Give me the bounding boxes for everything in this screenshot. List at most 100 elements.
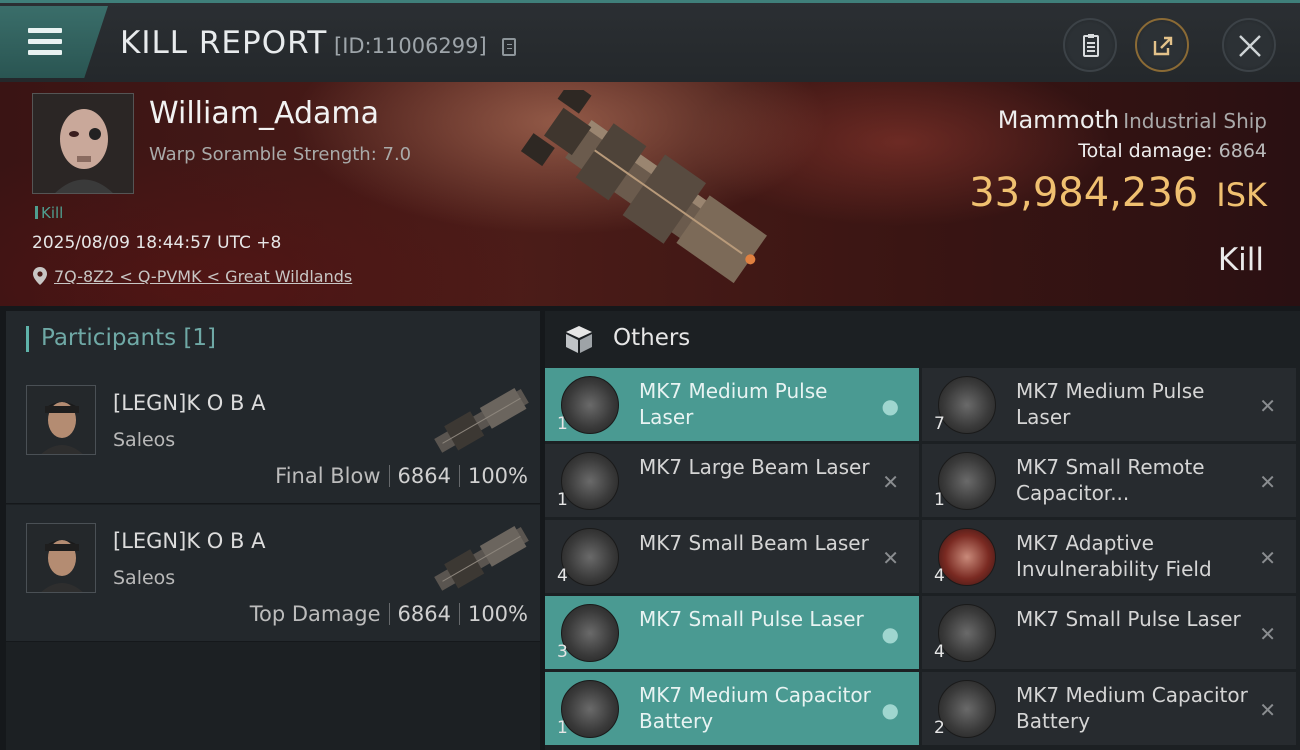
item-tile[interactable]: 1 MK7 Small Remote Capacitor... ✕ — [922, 444, 1296, 517]
item-quantity: 7 — [934, 414, 945, 434]
module-icon — [938, 528, 996, 586]
kill-result: Kill — [1217, 242, 1264, 278]
item-name: MK7 Small Pulse Laser — [1016, 607, 1241, 631]
participant-ship: Saleos — [113, 567, 176, 589]
participant-row[interactable]: [LEGN]K O B A Saleos Top Damage 6864 100% — [6, 505, 540, 642]
item-name: MK7 Adaptive Invulnerability Field — [1016, 531, 1212, 581]
participant-ship: Saleos — [113, 429, 176, 451]
destroyed-x-icon: ✕ — [882, 470, 899, 494]
ship-type-name: Mammoth — [997, 106, 1120, 134]
item-quantity: 2 — [934, 718, 945, 738]
item-quantity: 1 — [557, 414, 568, 434]
total-damage-label: Total damage: — [1078, 140, 1213, 162]
total-damage-value: 6864 — [1218, 140, 1267, 162]
destroyed-x-icon: ✕ — [1259, 470, 1276, 494]
item-tile[interactable]: 2 MK7 Medium Capacitor Battery ✕ — [922, 672, 1296, 745]
item-name: MK7 Medium Capacitor Battery — [639, 683, 871, 733]
isk-value: 33,984,236 ISK — [969, 170, 1267, 216]
participant-row[interactable]: [LEGN]K O B A Saleos Final Blow 6864 100% — [6, 367, 540, 504]
item-tile[interactable]: 1 MK7 Medium Pulse Laser ● — [545, 368, 919, 441]
top-bar: KILL REPORT [ID:11006299] — [0, 0, 1300, 82]
participant-role: Final Blow — [275, 464, 381, 488]
page-title: KILL REPORT — [120, 25, 328, 61]
ship-render — [520, 90, 767, 284]
item-name: MK7 Small Remote Capacitor... — [1016, 455, 1205, 505]
item-quantity: 3 — [557, 642, 568, 662]
module-icon — [561, 376, 619, 434]
item-tile[interactable]: 7 MK7 Medium Pulse Laser ✕ — [922, 368, 1296, 441]
cargo-box-icon — [566, 326, 592, 353]
participant-stats: Top Damage 6864 100% — [250, 602, 528, 626]
victim-portrait[interactable] — [32, 93, 134, 194]
report-id: [ID:11006299] — [334, 34, 487, 58]
item-name: MK7 Small Pulse Laser — [639, 607, 864, 631]
destroyed-x-icon: ✕ — [882, 546, 899, 570]
destroyed-x-icon: ✕ — [1259, 546, 1276, 570]
item-tile[interactable]: 1 MK7 Medium Capacitor Battery ● — [545, 672, 919, 745]
module-icon — [938, 452, 996, 510]
total-damage: Total damage: 6864 — [1078, 140, 1267, 162]
isk-amount: 33,984,236 — [969, 170, 1199, 216]
warp-scramble-strength: Warp Soramble Strength: 7.0 — [149, 144, 412, 165]
victim-name[interactable]: William_Adama — [149, 96, 379, 131]
item-quantity: 4 — [557, 566, 568, 586]
participant-name[interactable]: [LEGN]K O B A — [113, 391, 265, 415]
item-name: MK7 Medium Pulse Laser — [639, 379, 828, 429]
close-button[interactable] — [1222, 18, 1276, 72]
close-icon — [1239, 35, 1261, 57]
location-link[interactable]: 7Q-8Z2 < Q-PVMK < Great Wildlands — [54, 267, 352, 286]
module-icon — [938, 376, 996, 434]
share-button[interactable] — [1135, 18, 1189, 72]
module-icon — [938, 604, 996, 662]
item-tile[interactable]: 4 MK7 Small Beam Laser ✕ — [545, 520, 919, 593]
ship-name: Mammoth Industrial Ship — [998, 106, 1267, 134]
ship-class: Industrial Ship — [1123, 109, 1267, 133]
participant-stats: Final Blow 6864 100% — [275, 464, 528, 488]
kill-summary-banner: William_Adama Warp Soramble Strength: 7.… — [0, 82, 1300, 306]
participant-name[interactable]: [LEGN]K O B A — [113, 529, 265, 553]
dropped-person-icon: ● — [881, 622, 899, 646]
module-icon — [561, 452, 619, 510]
item-quantity: 4 — [934, 566, 945, 586]
notes-button[interactable] — [1063, 18, 1117, 72]
module-icon — [561, 604, 619, 662]
item-tile[interactable]: 4 MK7 Small Pulse Laser ✕ — [922, 596, 1296, 669]
participant-avatar[interactable] — [26, 385, 96, 455]
participant-role: Top Damage — [249, 602, 381, 626]
menu-button[interactable] — [0, 6, 108, 78]
kill-timestamp: 2025/08/09 18:44:57 UTC +8 — [32, 233, 282, 253]
dropped-person-icon: ● — [881, 698, 899, 722]
item-tile[interactable]: 4 MK7 Adaptive Invulnerability Field ✕ — [922, 520, 1296, 593]
item-name: MK7 Large Beam Laser — [639, 455, 870, 479]
participant-ship-icon — [434, 525, 529, 591]
participant-avatar[interactable] — [26, 523, 96, 593]
item-tile[interactable]: 3 MK7 Small Pulse Laser ● — [545, 596, 919, 669]
participant-percent: 100% — [467, 464, 528, 488]
copy-icon[interactable] — [502, 38, 516, 56]
others-header: Others — [545, 311, 1300, 367]
item-quantity: 1 — [557, 490, 568, 510]
location-pin-icon — [33, 267, 47, 285]
item-name: MK7 Medium Pulse Laser — [1016, 379, 1205, 429]
participant-damage: 6864 — [397, 602, 451, 626]
item-quantity: 4 — [934, 642, 945, 662]
participant-damage: 6864 — [397, 464, 451, 488]
participant-ship-icon — [434, 387, 529, 453]
participants-panel: Participants [1] [LEGN]K O B A Saleos Fi… — [6, 311, 540, 750]
module-icon — [561, 680, 619, 738]
item-quantity: 1 — [934, 490, 945, 510]
participants-header: Participants [1] — [6, 311, 540, 367]
destroyed-x-icon: ✕ — [1259, 622, 1276, 646]
share-icon — [1153, 36, 1173, 56]
kill-tag: Kill — [35, 204, 63, 222]
item-name: MK7 Medium Capacitor Battery — [1016, 683, 1248, 733]
isk-unit: ISK — [1216, 176, 1267, 214]
participants-title: Participants [1] — [41, 325, 216, 351]
destroyed-x-icon: ✕ — [1259, 394, 1276, 418]
others-title: Others — [613, 325, 691, 351]
item-tile[interactable]: 1 MK7 Large Beam Laser ✕ — [545, 444, 919, 517]
notes-icon — [1083, 34, 1099, 57]
dropped-person-icon: ● — [881, 394, 899, 418]
menu-icon — [28, 28, 62, 56]
module-icon — [561, 528, 619, 586]
